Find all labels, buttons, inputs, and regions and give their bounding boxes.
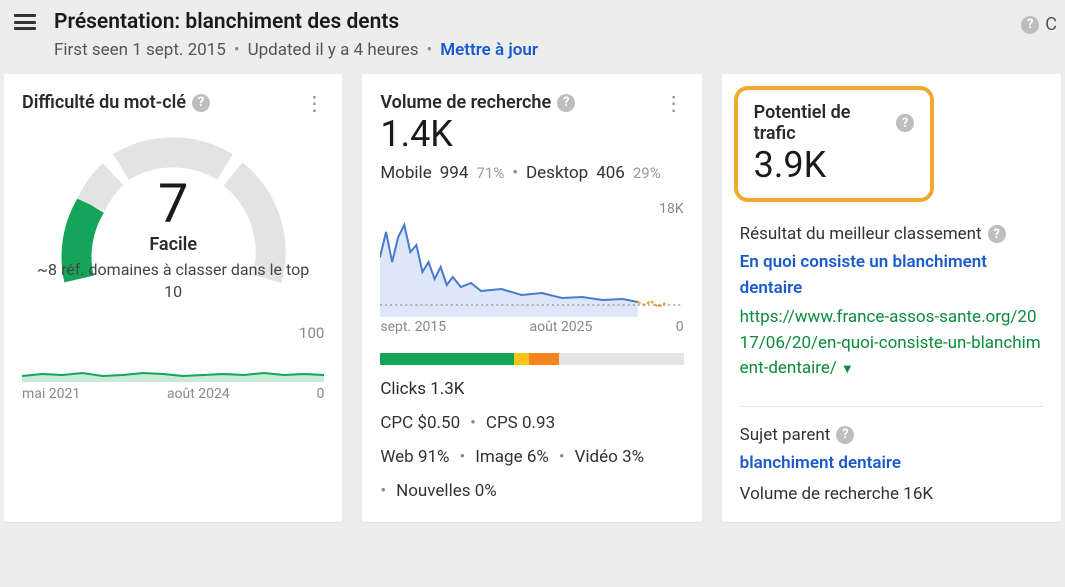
help-icon[interactable]: ? <box>988 225 1006 243</box>
first-seen-text: First seen 1 sept. 2015 <box>54 40 226 60</box>
video-pct: 3% <box>622 447 644 467</box>
parent-topic-label: Sujet parent <box>740 425 831 445</box>
sv-mobile-pct: 71% <box>476 164 504 182</box>
help-icon[interactable]: ? <box>557 94 575 112</box>
kd-sparkline-zero: 0 <box>316 386 324 402</box>
title-prefix: Présentation: <box>54 10 185 34</box>
cpc-label: CPC <box>380 413 413 433</box>
update-link[interactable]: Mettre à jour <box>440 40 538 60</box>
keyword: blanchiment des dents <box>185 10 399 34</box>
sv-chart-svg <box>380 217 683 317</box>
web-pct: 91% <box>418 447 450 467</box>
hamburger-menu[interactable] <box>14 11 36 33</box>
kd-title: Difficulté du mot-clé <box>22 92 186 113</box>
clicks-label: Clicks <box>380 379 426 399</box>
clicks-value: 1.3K <box>430 379 464 399</box>
sv-desktop-label: Desktop <box>526 163 588 183</box>
traffic-potential-card: Potentiel de trafic ? 3.9K Résultat du m… <box>722 74 1061 522</box>
sv-chart-max: 18K <box>380 201 683 217</box>
divider <box>740 406 1043 407</box>
image-pct: 6% <box>527 447 549 467</box>
header-right-fragment: C <box>1045 14 1057 35</box>
cps-value: 0.93 <box>522 413 555 433</box>
image-label: Image <box>475 447 522 467</box>
top-result-title-link[interactable]: En quoi consiste un blanchiment dentaire <box>740 250 1043 301</box>
sv-value: 1.4K <box>380 113 683 155</box>
card-menu-button[interactable]: ⋮ <box>304 93 324 113</box>
cpc-value: $0.50 <box>417 413 460 433</box>
kd-sparkline-max: 100 <box>22 324 324 342</box>
web-label: Web <box>380 447 413 467</box>
kd-sparkline-end: août 2024 <box>167 386 230 402</box>
search-volume-card: Volume de recherche ? ⋮ 1.4K Mobile 994 … <box>362 74 701 522</box>
kd-sparkline-start: mai 2021 <box>22 386 80 402</box>
separator-dot: • <box>234 40 240 60</box>
separator-dot: • <box>380 481 386 501</box>
sv-mobile-value: 994 <box>440 163 469 183</box>
top-result-label: Résultat du meilleur classement <box>740 224 982 244</box>
tp-value: 3.9K <box>754 144 914 186</box>
parent-vol-value: 16K <box>903 484 933 504</box>
separator-dot: • <box>470 413 476 433</box>
caret-down-icon[interactable]: ▼ <box>841 362 854 377</box>
sv-mobile-label: Mobile <box>380 163 431 183</box>
updated-text: Updated il y a 4 heures <box>248 40 419 60</box>
keyword-difficulty-card: Difficulté du mot-clé ? ⋮ 7 Facile ~8 ré… <box>4 74 342 522</box>
help-icon[interactable]: ? <box>1021 16 1039 34</box>
help-icon[interactable]: ? <box>836 426 854 444</box>
cps-label: CPS <box>486 413 518 433</box>
top-result-url-link[interactable]: https://www.france-assos-sante.org/2017/… <box>740 307 1041 378</box>
separator-dot: • <box>427 40 433 60</box>
parent-topic-link[interactable]: blanchiment dentaire <box>740 451 1043 477</box>
sv-chart-zero: 0 <box>676 319 684 335</box>
help-icon[interactable]: ? <box>192 94 210 112</box>
sv-desktop-pct: 29% <box>633 164 661 182</box>
separator-dot: • <box>559 447 565 467</box>
sv-chart-end: août 2025 <box>530 319 593 335</box>
separator-dot: • <box>460 447 466 467</box>
card-menu-button[interactable]: ⋮ <box>664 93 684 113</box>
clicks-segment-bar <box>380 353 683 365</box>
news-pct: 0% <box>475 481 497 501</box>
parent-vol-label: Volume de recherche <box>740 484 899 504</box>
sv-title: Volume de recherche <box>380 92 551 113</box>
separator-dot: • <box>512 163 518 183</box>
sv-desktop-value: 406 <box>596 163 625 183</box>
news-label: Nouvelles <box>396 481 470 501</box>
tp-title: Potentiel de trafic <box>754 102 891 144</box>
sv-chart-start: sept. 2015 <box>380 319 446 335</box>
video-label: Vidéo <box>575 447 618 467</box>
help-icon[interactable]: ? <box>896 114 913 132</box>
page-title: Présentation: blanchiment des dents <box>54 10 399 34</box>
kd-sparkline <box>22 342 324 382</box>
traffic-potential-highlight: Potentiel de trafic ? 3.9K <box>734 86 934 202</box>
